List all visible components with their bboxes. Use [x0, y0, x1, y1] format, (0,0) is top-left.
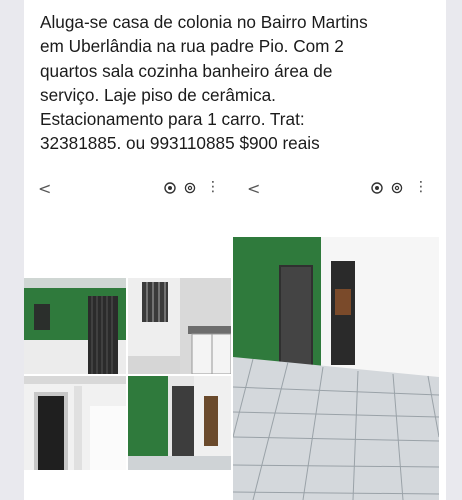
right-gallery-screenshot[interactable]: < ⋮ [233, 170, 445, 500]
left-gallery-toolbar: < ⋮ [24, 170, 231, 208]
screen-record-icon[interactable] [164, 182, 176, 194]
screen-record-icon[interactable] [371, 182, 383, 194]
green-room-doorway-photo[interactable] [128, 376, 231, 470]
lens-icon[interactable] [391, 182, 403, 194]
bathroom-door-photo[interactable] [24, 376, 126, 470]
left-gallery-screenshot[interactable]: < ⋮ [24, 170, 231, 500]
lens-icon[interactable] [184, 182, 196, 194]
more-vertical-icon[interactable]: ⋮ [206, 179, 220, 195]
window-bars-photo[interactable] [128, 278, 231, 374]
more-vertical-icon[interactable]: ⋮ [414, 179, 428, 195]
right-gallery-toolbar: < ⋮ [233, 170, 445, 208]
tiled-room-photo[interactable] [233, 237, 439, 500]
back-button[interactable]: < [38, 179, 51, 198]
back-button[interactable]: < [247, 179, 260, 198]
post-text: Aluga-se casa de colonia no Bairro Marti… [40, 12, 368, 154]
post-card: Aluga-se casa de colonia no Bairro Marti… [24, 0, 446, 500]
green-wall-exterior-photo[interactable] [24, 278, 126, 374]
